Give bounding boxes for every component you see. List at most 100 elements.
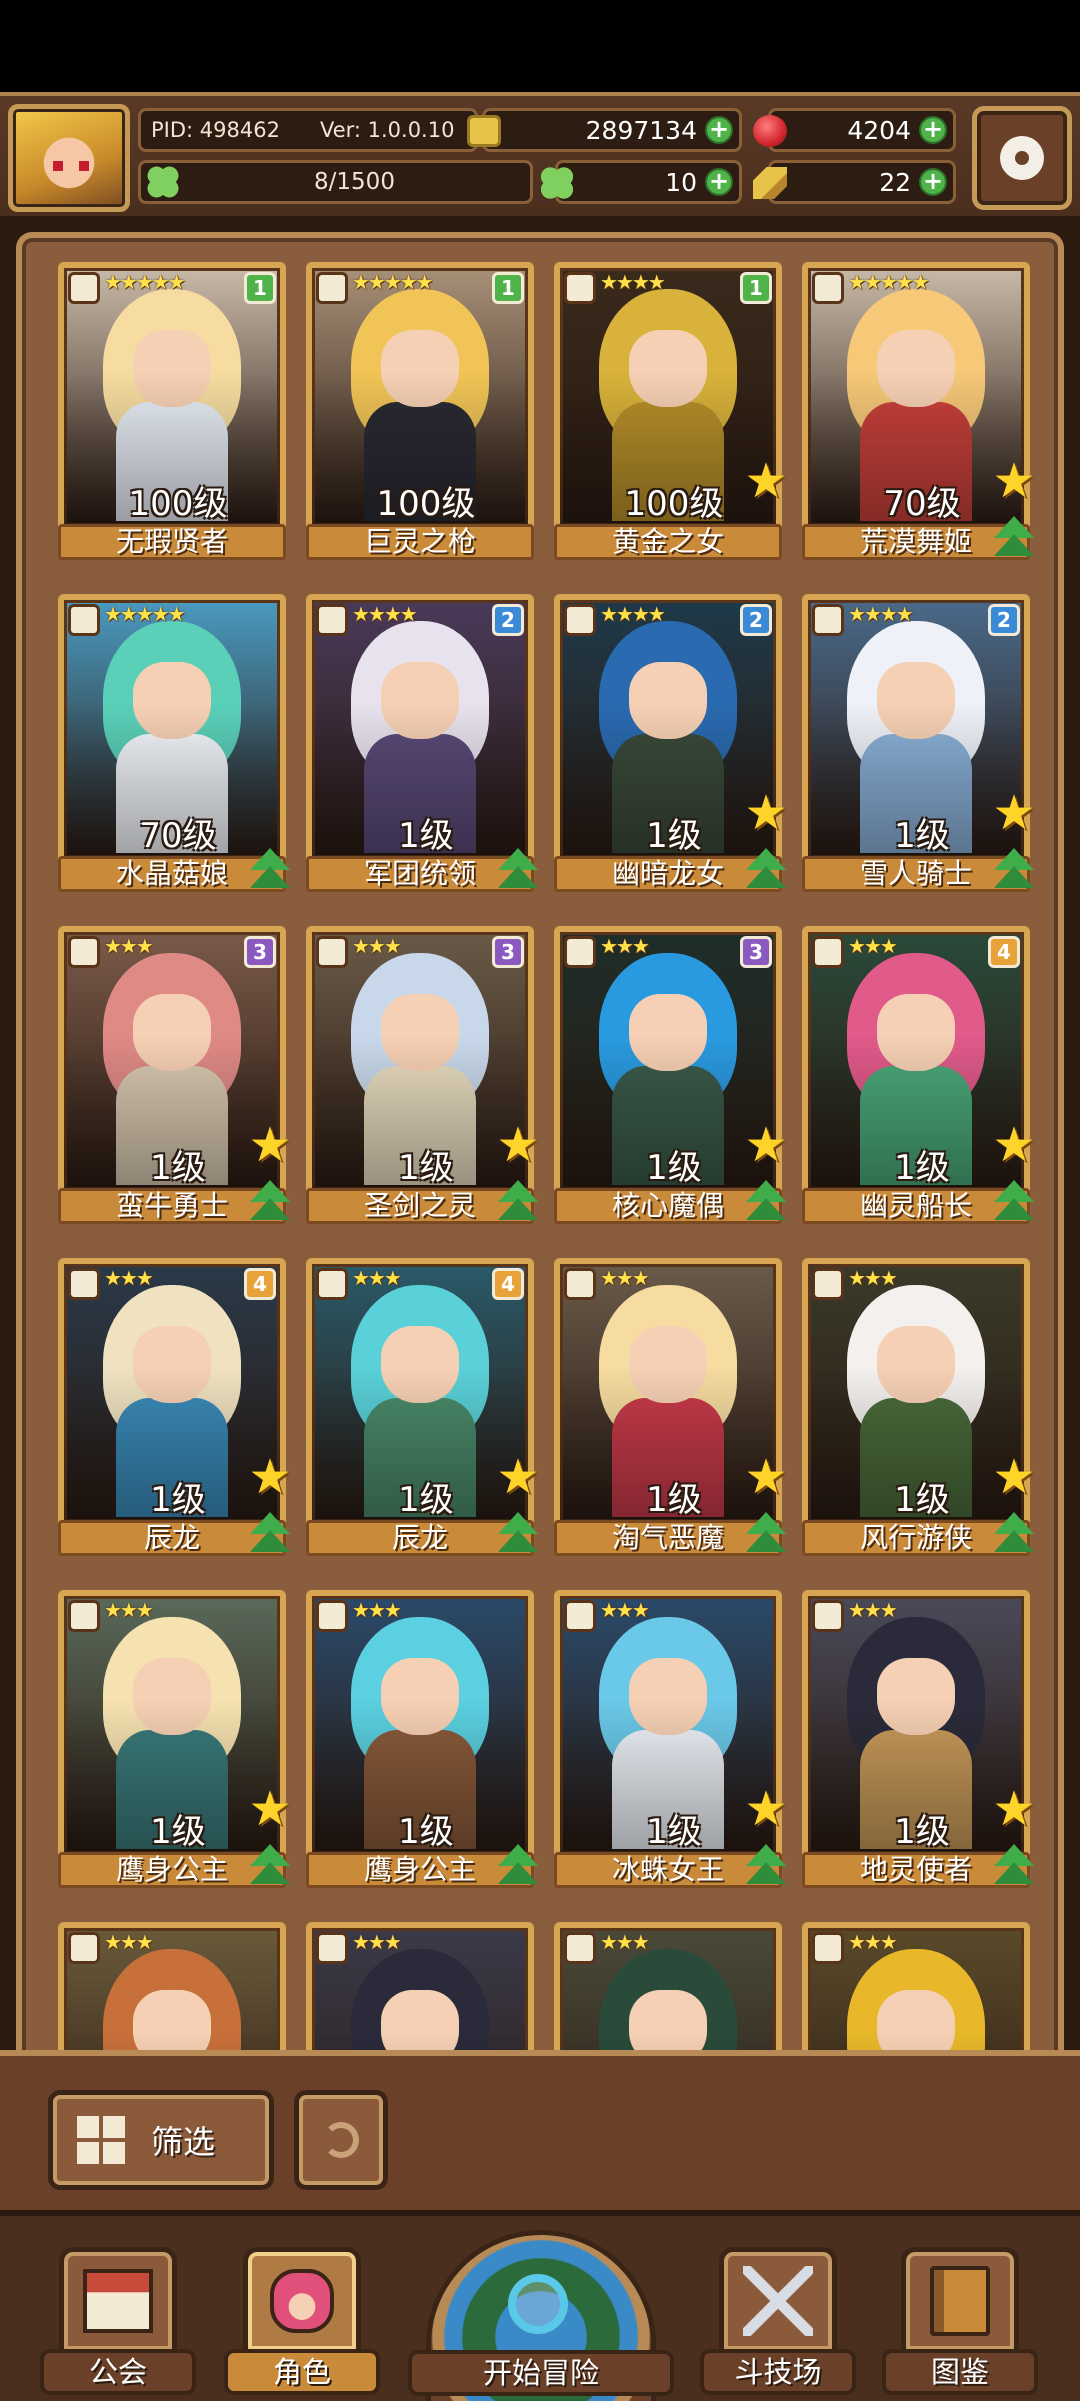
level-up-arrow-icon[interactable] [990, 1842, 1038, 1888]
nav-character[interactable]: 角色 [224, 2247, 380, 2395]
star-up-icon[interactable]: ★ [742, 1121, 790, 1169]
level-up-arrow-icon[interactable] [246, 846, 294, 892]
nav-guild[interactable]: 公会 [40, 2247, 196, 2395]
character-card[interactable]: ★★★ 4 1级 幽灵船长 ★ [802, 926, 1036, 1224]
level-up-arrow-icon[interactable] [742, 1510, 790, 1556]
gold-coin-icon [467, 115, 501, 147]
class-type-icon [564, 1268, 596, 1300]
level-up-arrow-icon[interactable] [990, 514, 1038, 560]
character-card[interactable]: ★★★★★ 70级 荒漠舞姬 ★ [802, 262, 1036, 560]
character-card[interactable]: ★★★★ 1 100级 黄金之女 ★ [554, 262, 788, 560]
character-card[interactable]: ★★★ 3 1级 圣剑之灵 ★ [306, 926, 540, 1224]
add-clover-button[interactable]: + [705, 168, 733, 196]
gold-amount: 2897134 [585, 115, 697, 145]
star-up-icon[interactable]: ★ [742, 1785, 790, 1833]
nav-codex[interactable]: 图鉴 [882, 2247, 1038, 2395]
star-rating: ★★★★★ [848, 270, 930, 294]
class-type-icon [68, 1932, 100, 1964]
character-card[interactable]: ★★★ 1级 风行游侠 ★ [802, 1258, 1036, 1556]
level-up-arrow-icon[interactable] [990, 1510, 1038, 1556]
star-up-icon[interactable]: ★ [990, 1453, 1038, 1501]
rank-badge: 3 [740, 936, 772, 968]
star-up-icon[interactable]: ★ [246, 1785, 294, 1833]
star-up-icon[interactable]: ★ [990, 1121, 1038, 1169]
class-type-icon [812, 272, 844, 304]
filter-button[interactable]: 筛选 [48, 2090, 274, 2190]
star-up-icon[interactable]: ★ [742, 457, 790, 505]
nav-guild-label: 公会 [40, 2349, 196, 2395]
character-card[interactable]: ★★★ 1级 淘气恶魔 ★ [554, 1258, 788, 1556]
character-card[interactable]: ★★★ 4 1级 辰龙 ★ [306, 1258, 540, 1556]
player-avatar[interactable] [8, 104, 130, 212]
character-card[interactable]: ★★★★★ 1 100级 无瑕贤者 [58, 262, 286, 560]
level-up-arrow-icon[interactable] [494, 1510, 542, 1556]
nav-start-adventure-label: 开始冒险 [408, 2350, 674, 2396]
level-up-arrow-icon[interactable] [246, 1842, 294, 1888]
star-up-icon[interactable]: ★ [742, 789, 790, 837]
clover-icon [147, 166, 179, 198]
refresh-button[interactable] [294, 2090, 388, 2190]
codex-book-icon [930, 2266, 990, 2336]
character-card[interactable]: ★★★★★ 1 100级 巨灵之枪 [306, 262, 534, 560]
avatar-eye [53, 161, 63, 171]
star-up-icon[interactable]: ★ [246, 1453, 294, 1501]
character-card[interactable]: ★★★ 1级 鹰身公主 [306, 1590, 538, 1888]
star-up-icon[interactable]: ★ [990, 789, 1038, 837]
character-name: 黄金之女 [554, 524, 782, 560]
character-list-frame[interactable]: ★★★★★ 1 100级 无瑕贤者 ★★★★★ 1 100级 巨灵之枪 ★★★★ 1 100级 黄金之… [16, 232, 1064, 2062]
character-card[interactable]: ★★★★ 2 1级 幽暗龙女 ★ [554, 594, 788, 892]
level-up-arrow-icon[interactable] [742, 1178, 790, 1224]
star-rating: ★★★★ [600, 270, 666, 294]
avatar-eye [79, 161, 89, 171]
clover-amount: 10 [665, 167, 697, 197]
gear-icon [1000, 136, 1044, 180]
level-up-arrow-icon[interactable] [494, 846, 542, 892]
star-up-icon[interactable]: ★ [494, 1121, 542, 1169]
character-card[interactable]: ★★★ 3 1级 核心魔偶 ★ [554, 926, 788, 1224]
level-up-arrow-icon[interactable] [742, 1842, 790, 1888]
class-type-icon [68, 1268, 100, 1300]
level-up-arrow-icon[interactable] [990, 846, 1038, 892]
star-up-icon[interactable]: ★ [494, 1453, 542, 1501]
character-card[interactable]: ★★★★★ 70级 水晶菇娘 [58, 594, 290, 892]
star-rating: ★★★★ [848, 602, 914, 626]
nav-arena[interactable]: 斗技场 [700, 2247, 856, 2395]
level-up-arrow-icon[interactable] [494, 1178, 542, 1224]
level-up-arrow-icon[interactable] [494, 1842, 542, 1888]
player-info-box: PID: 498462 Ver: 1.0.0.10 [138, 108, 478, 152]
rank-badge: 1 [740, 272, 772, 304]
character-portrait: ★★★★★ 1 100级 [58, 262, 286, 532]
star-up-icon[interactable]: ★ [990, 1785, 1038, 1833]
character-card[interactable]: ★★★ [554, 1922, 782, 2062]
star-up-icon[interactable]: ★ [742, 1453, 790, 1501]
character-card[interactable]: ★★★ 4 1级 辰龙 ★ [58, 1258, 292, 1556]
character-card[interactable]: ★★★ 1级 鹰身公主 ★ [58, 1590, 292, 1888]
star-up-icon[interactable]: ★ [246, 1121, 294, 1169]
player-id: PID: 498462 [151, 118, 280, 142]
nav-start-adventure[interactable]: 开始冒险 [408, 2230, 674, 2401]
character-card[interactable]: ★★★ [306, 1922, 534, 2062]
character-card[interactable]: ★★★★ 2 1级 雪人骑士 ★ [802, 594, 1036, 892]
rank-badge: 1 [244, 272, 276, 304]
clover-icon [540, 167, 574, 199]
settings-button[interactable] [972, 106, 1072, 210]
level-up-arrow-icon[interactable] [246, 1178, 294, 1224]
add-gem-button[interactable]: + [919, 116, 947, 144]
level-up-arrow-icon[interactable] [990, 1178, 1038, 1224]
character-card[interactable]: ★★★ 3 1级 蛮牛勇士 ★ [58, 926, 292, 1224]
character-card[interactable]: ★★★ 1级 地灵使者 ★ [802, 1590, 1036, 1888]
add-feather-button[interactable]: + [919, 168, 947, 196]
character-card[interactable]: ★★★★ 2 1级 军团统领 [306, 594, 538, 892]
character-card[interactable]: ★★★ [802, 1922, 1030, 2062]
star-rating: ★★★ [848, 1930, 898, 1954]
star-up-icon[interactable]: ★ [990, 457, 1038, 505]
refresh-icon [323, 2122, 359, 2158]
clover-counter: 10 + [540, 160, 742, 204]
class-type-icon [316, 1932, 348, 1964]
add-gold-button[interactable]: + [705, 116, 733, 144]
character-card[interactable]: ★★★ [58, 1922, 286, 2062]
level-up-arrow-icon[interactable] [246, 1510, 294, 1556]
level-up-arrow-icon[interactable] [742, 846, 790, 892]
star-rating: ★★★ [352, 934, 402, 958]
character-card[interactable]: ★★★ 1级 冰蛛女王 ★ [554, 1590, 788, 1888]
